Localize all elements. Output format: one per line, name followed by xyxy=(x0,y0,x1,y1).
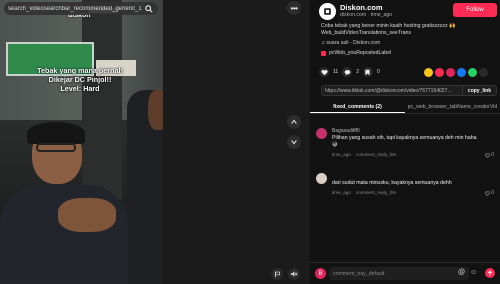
comment-tabs: fixed_comments (2) pc_web_browser_tabNam… xyxy=(310,101,500,114)
comment-like-count: 0 xyxy=(491,152,494,158)
emoji-icon[interactable]: ☺ xyxy=(470,269,477,276)
report-button[interactable] xyxy=(271,268,283,280)
comment-icon xyxy=(344,69,351,76)
comment-like-button[interactable]: 0 xyxy=(485,190,494,196)
sound-link[interactable]: ♫ suara asli - Diskon.com xyxy=(321,40,380,46)
heart-outline-icon xyxy=(485,152,491,158)
like-button[interactable] xyxy=(319,67,329,77)
video-door xyxy=(82,0,122,200)
video-caption: Tebak yang mana pernah Dikejar DC Pinjol… xyxy=(37,66,123,93)
comment-input[interactable]: comment_tray_default xyxy=(329,267,469,280)
video-description: Coba tebak yang bener minin kasih hostin… xyxy=(321,23,456,36)
comment-like-button[interactable]: 0 xyxy=(485,152,494,158)
chevron-down-icon xyxy=(291,140,297,145)
video-person-hands xyxy=(58,198,116,232)
video-player[interactable]: diskon Tebak yang mana pernah Dikejar DC… xyxy=(0,0,163,284)
video-link-url[interactable]: https://www.tiktok.com/@diskoncom/video/… xyxy=(322,88,462,94)
search-input[interactable]: search_videosearchbar_recommended_generi… xyxy=(8,6,144,12)
tab-creator-videos[interactable]: pc_web_browser_tabName_creatorVid xyxy=(405,101,500,113)
friends-share-icon[interactable] xyxy=(435,68,444,77)
video-person-body xyxy=(0,185,128,284)
previous-video-button[interactable] xyxy=(287,115,301,129)
brand-logo-icon xyxy=(324,8,331,15)
reply-button[interactable]: comment_reply_btn xyxy=(356,190,396,195)
heart-outline-icon xyxy=(485,190,491,196)
reply-button[interactable]: comment_reply_btn xyxy=(356,152,396,157)
comment-text: Pilihan yang susah sih, tapi kayaknya se… xyxy=(332,135,477,148)
tab-comments[interactable]: fixed_comments (2) xyxy=(310,101,405,113)
comment-composer: B comment_tray_default @ ☺ xyxy=(310,262,500,284)
mention-icon[interactable]: @ xyxy=(458,269,465,276)
arrow-up-icon xyxy=(487,270,493,276)
comment-meta: time_ago comment_reply_btn xyxy=(332,152,396,157)
comment-text: dari sudut mata minusku, kayaknya semuan… xyxy=(332,180,452,186)
search-icon[interactable] xyxy=(144,4,154,14)
copy-link-button[interactable]: copy_link xyxy=(461,86,496,95)
comment-count: 2 xyxy=(356,69,359,75)
share-options xyxy=(424,68,488,77)
author-meta: diskon.com · time_ago xyxy=(340,12,393,18)
facebook-share-icon[interactable] xyxy=(457,68,466,77)
next-video-button[interactable] xyxy=(287,135,301,149)
repost-text: pcWeb_youRepostedLabel xyxy=(329,50,392,56)
like-count: 11 xyxy=(333,69,339,75)
save-button[interactable] xyxy=(362,67,373,77)
bookmark-icon xyxy=(365,69,371,75)
search-bar[interactable]: search_videosearchbar_recommended_generi… xyxy=(4,2,158,15)
comment-time: time_ago xyxy=(332,190,351,195)
comment-like-count: 0 xyxy=(491,190,494,196)
more-icon: ••• xyxy=(290,3,298,13)
repost-icon xyxy=(321,50,326,56)
chevron-up-icon xyxy=(291,119,297,124)
current-user-avatar: B xyxy=(315,268,326,279)
commenter-avatar[interactable] xyxy=(316,173,327,184)
details-panel: Diskon.com diskon.com · time_ago Follow … xyxy=(310,0,500,284)
repost-label: pcWeb_youRepostedLabel xyxy=(321,50,391,56)
mute-button[interactable] xyxy=(288,268,300,280)
embed-share-icon[interactable] xyxy=(424,68,433,77)
send-share-icon[interactable] xyxy=(446,68,455,77)
flag-icon xyxy=(274,271,280,277)
more-options-button[interactable]: ••• xyxy=(287,1,301,15)
comment-time: time_ago xyxy=(332,152,351,157)
commenter-name[interactable]: Bagasaditff0 xyxy=(332,128,360,134)
send-comment-button[interactable] xyxy=(485,268,495,278)
video-link-box: https://www.tiktok.com/@diskoncom/video/… xyxy=(321,85,497,96)
commenter-avatar[interactable] xyxy=(316,128,327,139)
heart-icon xyxy=(320,69,328,75)
whatsapp-share-icon[interactable] xyxy=(468,68,477,77)
volume-muted-icon xyxy=(290,271,298,277)
follow-button[interactable]: Follow xyxy=(453,3,497,17)
comment-button[interactable] xyxy=(342,67,353,77)
comment-meta: time_ago comment_reply_btn xyxy=(332,190,396,195)
video-person-glasses xyxy=(36,143,76,152)
video-person-cap xyxy=(27,122,85,144)
author-avatar[interactable] xyxy=(319,3,336,20)
author-name[interactable]: Diskon.com xyxy=(340,3,383,12)
action-bar: 11 2 0 xyxy=(319,67,380,77)
video-person-right-head xyxy=(148,90,163,130)
save-count: 0 xyxy=(376,69,380,75)
more-share-icon[interactable] xyxy=(479,68,488,77)
